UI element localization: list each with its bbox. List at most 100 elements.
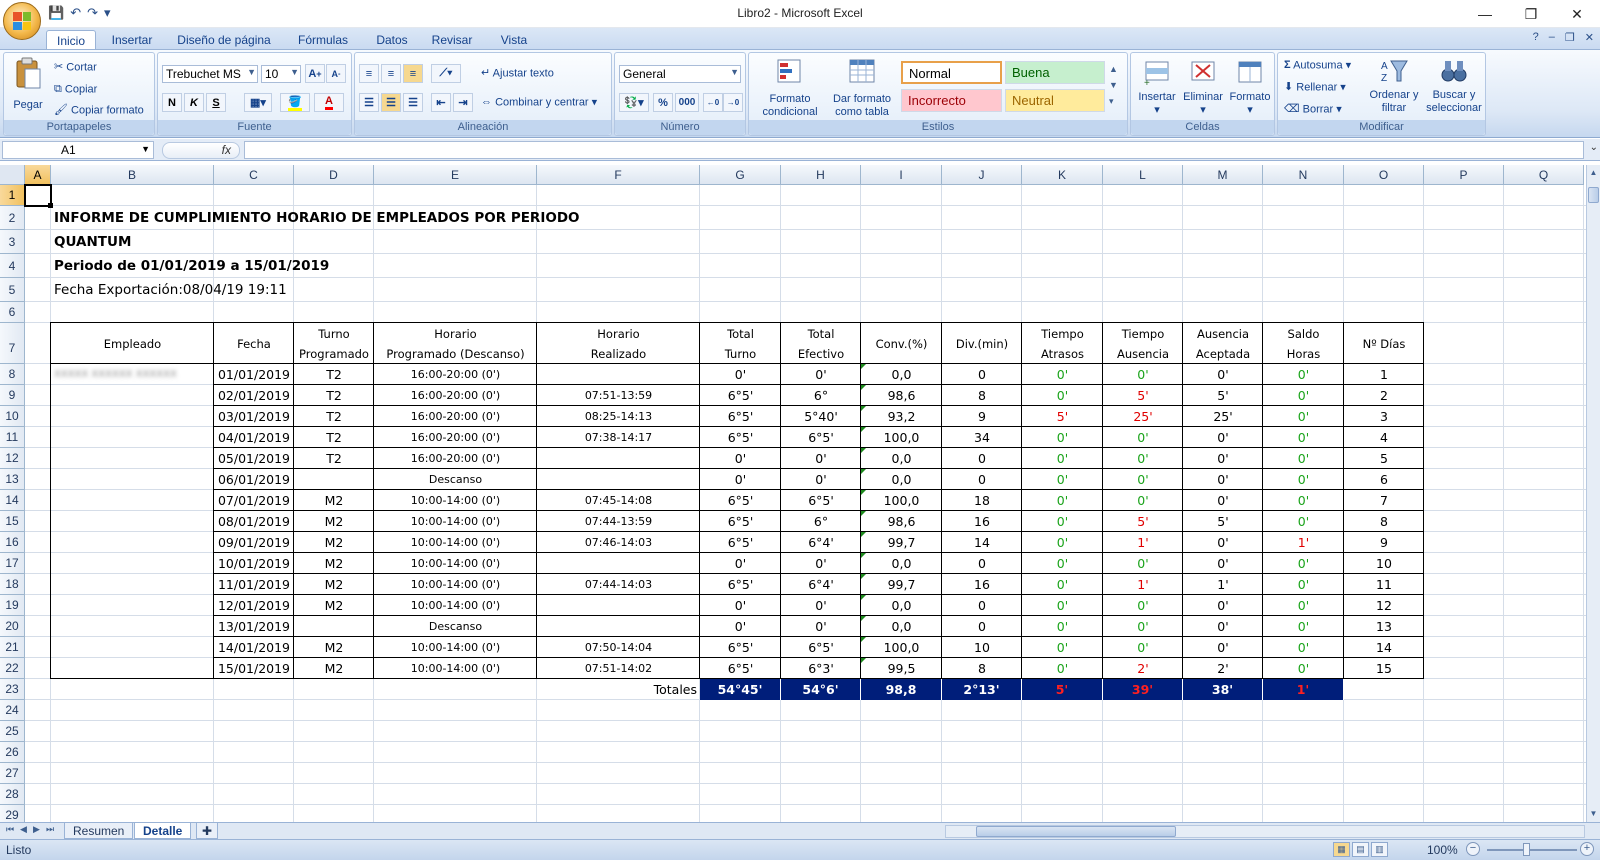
- row-header-23[interactable]: 23: [0, 679, 25, 700]
- font-color-button[interactable]: A: [314, 93, 344, 112]
- decrease-indent-icon[interactable]: ⇤: [431, 93, 451, 112]
- row-header-6[interactable]: 6: [0, 302, 25, 323]
- column-header-n[interactable]: N: [1263, 165, 1344, 185]
- page-layout-view-icon[interactable]: ▤: [1352, 842, 1369, 857]
- column-header-p[interactable]: P: [1424, 165, 1504, 185]
- insert-cells-button[interactable]: + Insertar ▾: [1135, 59, 1179, 117]
- zoom-slider[interactable]: [1487, 849, 1577, 851]
- row-header-10[interactable]: 10: [0, 406, 25, 427]
- normal-view-icon[interactable]: ▦: [1333, 842, 1350, 857]
- row-header-4[interactable]: 4: [0, 254, 25, 278]
- ribbon-close-icon[interactable]: ✕: [1585, 31, 1594, 44]
- number-format-select[interactable]: General ▼: [619, 65, 741, 83]
- delete-cells-button[interactable]: Eliminar ▾: [1181, 59, 1225, 117]
- column-header-e[interactable]: E: [374, 165, 537, 185]
- scroll-up-icon[interactable]: ▲: [1587, 165, 1600, 181]
- selected-cell-a1[interactable]: [24, 184, 52, 207]
- row-header-21[interactable]: 21: [0, 637, 25, 658]
- scroll-down-icon[interactable]: ▼: [1587, 806, 1600, 822]
- sheet-tab-resumen[interactable]: Resumen: [64, 823, 134, 839]
- page-break-view-icon[interactable]: ▥: [1371, 842, 1388, 857]
- fill-color-button[interactable]: 🪣: [280, 93, 310, 112]
- tab-insertar[interactable]: Insertar: [104, 30, 160, 50]
- column-header-k[interactable]: K: [1022, 165, 1103, 185]
- tab-inicio[interactable]: Inicio: [46, 30, 96, 50]
- select-all-corner[interactable]: [0, 165, 25, 185]
- row-header-5[interactable]: 5: [0, 278, 25, 302]
- style-neutral[interactable]: Neutral: [1005, 89, 1105, 112]
- worksheet-grid[interactable]: A B C D E F G H I J K L M N O P Q 1 2 3 4 5 6 7 8 9 10 11 12 13 14 15 16…: [0, 165, 1586, 822]
- underline-button[interactable]: S: [206, 93, 226, 112]
- style-good[interactable]: Buena: [1005, 61, 1105, 84]
- italic-button[interactable]: K: [184, 93, 204, 112]
- tab-revisar[interactable]: Revisar: [424, 30, 480, 50]
- tab-diseno-pagina[interactable]: Diseño de página: [172, 30, 276, 50]
- zoom-in-icon[interactable]: +: [1580, 842, 1594, 856]
- maximize-button[interactable]: ❐: [1508, 0, 1554, 28]
- office-button[interactable]: [3, 2, 41, 40]
- column-header-g[interactable]: G: [700, 165, 781, 185]
- row-header-22[interactable]: 22: [0, 658, 25, 679]
- orientation-icon[interactable]: ⟋▾: [431, 64, 461, 83]
- row-header-24[interactable]: 24: [0, 700, 25, 721]
- fill-button[interactable]: ⬇ Rellenar ▾: [1284, 81, 1346, 94]
- row-header-29[interactable]: 29: [0, 805, 25, 822]
- thousands-button[interactable]: 000: [675, 93, 699, 112]
- increase-indent-icon[interactable]: ⇥: [453, 93, 473, 112]
- merge-center-button[interactable]: ⇔ Combinar y centrar ▾: [481, 96, 597, 109]
- column-header-b[interactable]: B: [51, 165, 214, 185]
- font-name-select[interactable]: Trebuchet MS ▼: [162, 65, 258, 83]
- align-center-icon[interactable]: ☰: [381, 93, 401, 112]
- zoom-out-icon[interactable]: −: [1466, 842, 1480, 856]
- grow-font-button[interactable]: A +: [305, 64, 325, 83]
- sheet-tab-detalle[interactable]: Detalle: [134, 823, 192, 839]
- row-header-9[interactable]: 9: [0, 385, 25, 406]
- column-header-o[interactable]: O: [1344, 165, 1424, 185]
- help-icon[interactable]: ?: [1533, 31, 1539, 44]
- row-header-7[interactable]: 7: [0, 323, 25, 364]
- formula-input[interactable]: [244, 141, 1584, 159]
- ribbon-restore-icon[interactable]: ❐: [1565, 31, 1575, 44]
- paste-button[interactable]: Pegar: [10, 57, 46, 119]
- format-cells-button[interactable]: Formato ▾: [1227, 59, 1273, 117]
- first-sheet-icon[interactable]: ⏮: [6, 824, 14, 835]
- row-header-20[interactable]: 20: [0, 616, 25, 637]
- decrease-decimal-icon[interactable]: →0: [723, 93, 743, 112]
- align-bottom-icon[interactable]: ≡: [403, 64, 423, 83]
- column-header-d[interactable]: D: [294, 165, 374, 185]
- style-normal[interactable]: Normal: [901, 61, 1002, 84]
- column-header-f[interactable]: F: [537, 165, 700, 185]
- shrink-font-button[interactable]: A-: [326, 64, 346, 83]
- styles-scroll[interactable]: ▲ ▼ ▾: [1109, 61, 1118, 109]
- row-header-17[interactable]: 17: [0, 553, 25, 574]
- conditional-format-button[interactable]: Formato condicional: [755, 57, 825, 119]
- find-select-button[interactable]: Buscar y seleccionar: [1424, 57, 1484, 115]
- style-bad[interactable]: Incorrecto: [901, 89, 1002, 112]
- row-header-1[interactable]: 1: [0, 185, 25, 206]
- zoom-slider-thumb[interactable]: [1523, 843, 1530, 856]
- expand-formula-bar-icon[interactable]: ⌄: [1590, 142, 1598, 153]
- last-sheet-icon[interactable]: ⏭: [46, 824, 54, 835]
- copy-button[interactable]: ⧉ Copiar: [54, 83, 97, 96]
- row-header-25[interactable]: 25: [0, 721, 25, 742]
- align-top-icon[interactable]: ≡: [359, 64, 379, 83]
- row-header-15[interactable]: 15: [0, 511, 25, 532]
- format-painter-button[interactable]: 🖌 Copiar formato: [54, 104, 144, 117]
- percent-button[interactable]: %: [653, 93, 673, 112]
- prev-sheet-icon[interactable]: ◀: [20, 824, 27, 835]
- column-header-h[interactable]: H: [781, 165, 861, 185]
- format-as-table-button[interactable]: Dar formato como tabla: [827, 57, 897, 119]
- currency-icon[interactable]: 💱▾: [619, 93, 649, 112]
- column-header-a[interactable]: A: [25, 165, 51, 185]
- font-size-select[interactable]: 10 ▼: [261, 65, 301, 83]
- sort-filter-button[interactable]: AZ Ordenar y filtrar: [1368, 57, 1420, 115]
- insert-sheet-icon[interactable]: ✚: [196, 823, 219, 839]
- zoom-level[interactable]: 100%: [1427, 843, 1458, 857]
- column-header-m[interactable]: M: [1183, 165, 1263, 185]
- row-header-27[interactable]: 27: [0, 763, 25, 784]
- row-header-16[interactable]: 16: [0, 532, 25, 553]
- cut-button[interactable]: ✂ Cortar: [54, 61, 97, 74]
- ribbon-minimize-icon[interactable]: –: [1549, 31, 1555, 44]
- insert-function-button[interactable]: fx: [162, 142, 240, 159]
- tab-vista[interactable]: Vista: [492, 30, 536, 50]
